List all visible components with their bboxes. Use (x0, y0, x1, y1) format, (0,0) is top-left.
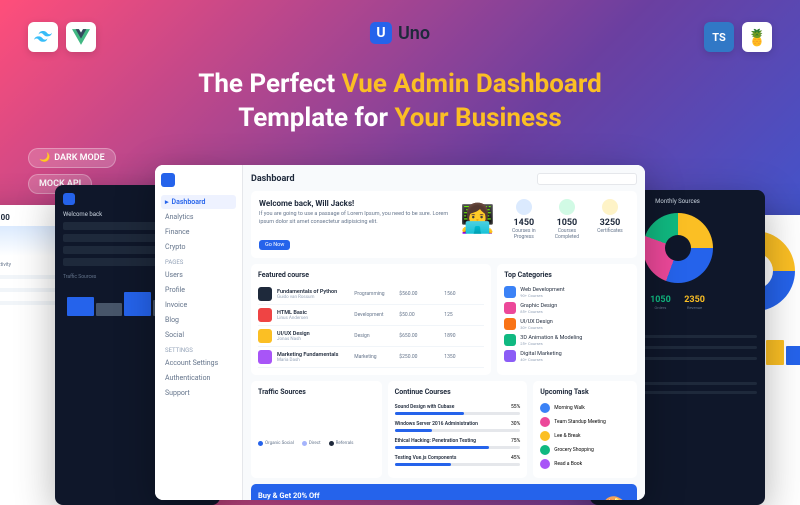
category-row[interactable]: 3D Animation & Modeling25+ Courses (504, 332, 630, 348)
continue-row[interactable]: Sound Design with Cubase55% (395, 401, 521, 418)
legend-item: Referrals (329, 441, 354, 446)
sidebar-item-blog[interactable]: Blog (161, 313, 236, 327)
hero-line2-pre: Template for (238, 103, 394, 133)
continue-card: Continue Courses Sound Design with Cubas… (388, 381, 528, 478)
sidebar: ▸Dashboard Analytics Finance Crypto PAGE… (155, 165, 243, 500)
stat-card: 1050Courses Completed (548, 199, 586, 250)
course-row[interactable]: Fundamentals of PythonGuido van RossumPr… (258, 284, 484, 305)
promo-banner: Buy & Get 20% Off The Design Theme to ma… (251, 484, 637, 500)
continue-row[interactable]: Testing Vue.js Components45% (395, 452, 521, 469)
traffic-title: Traffic Sources (258, 388, 375, 396)
vue-icon (66, 22, 96, 52)
hero-line1-pre: The Perfect (198, 69, 341, 99)
welcome-card: Welcome back, Will Jacks! If you are goi… (251, 191, 637, 258)
brand-logo-icon: U (370, 22, 392, 44)
sidebar-item-auth[interactable]: Authentication (161, 371, 236, 385)
legend-item: Direct (302, 441, 321, 446)
stat-card: 1450Courses in Progress (505, 199, 543, 250)
continue-row[interactable]: Windows Server 2016 Administration30% (395, 418, 521, 435)
featured-title: Featured course (258, 271, 484, 279)
sidebar-item-account[interactable]: Account Settings (161, 356, 236, 370)
task-row[interactable]: Team Standup Meeting (540, 415, 630, 429)
promo-illustration: 🎨 (603, 496, 630, 500)
stat-card: 3250Certificates (591, 199, 629, 250)
traffic-card: Traffic Sources Organic Social Direct Refe… (251, 381, 382, 478)
sidebar-item-profile[interactable]: Profile (161, 283, 236, 297)
featured-course-card: Featured course Fundamentals of PythonGu… (251, 264, 491, 375)
tailwind-icon (28, 22, 58, 52)
welcome-illustration: 👩‍💻 (459, 199, 497, 237)
course-row[interactable]: UI/UX DesignJonas NashDesign$650.001890 (258, 326, 484, 347)
sidebar-item-invoice[interactable]: Invoice (161, 298, 236, 312)
hero-headline: The Perfect Vue Admin Dashboard Template… (100, 68, 700, 136)
hero-line2-accent: Your Business (394, 103, 561, 133)
promo-title: Buy & Get 20% Off (258, 491, 347, 500)
sidebar-item-analytics[interactable]: Analytics (161, 210, 236, 224)
task-row[interactable]: Grocery Shopping (540, 443, 630, 457)
welcome-desc: If you are going to use a passage of Lor… (259, 211, 451, 226)
sidebar-item-crypto[interactable]: Crypto (161, 240, 236, 254)
typescript-icon: TS (704, 22, 734, 52)
hero-line1-accent: Vue Admin Dashboard (342, 69, 602, 99)
upcoming-card: Upcoming Task Morning WalkTeam Standup M… (533, 381, 637, 478)
continue-row[interactable]: Ethical Hacking: Penetration Testing75% (395, 435, 521, 452)
top-categories-card: Top Categories Web Development90+ Course… (497, 264, 637, 375)
continue-title: Continue Courses (395, 388, 521, 396)
category-row[interactable]: Web Development90+ Courses (504, 284, 630, 300)
task-row[interactable]: Morning Walk (540, 401, 630, 415)
sidebar-section-settings: SETTINGS (161, 347, 236, 354)
upcoming-title: Upcoming Task (540, 388, 630, 396)
category-row[interactable]: Digital Marketing40+ Courses (504, 348, 630, 364)
page-title: Dashboard (251, 174, 295, 184)
sidebar-section-pages: PAGES (161, 259, 236, 266)
main-dashboard-preview: ▸Dashboard Analytics Finance Crypto PAGE… (155, 165, 645, 500)
sidebar-item-support[interactable]: Support (161, 386, 236, 400)
brand: U Uno (370, 22, 430, 44)
task-row[interactable]: Lee & Break (540, 429, 630, 443)
search-input[interactable] (537, 173, 637, 185)
pinia-icon: 🍍 (742, 22, 772, 52)
category-row[interactable]: UI/UX Design30+ Courses (504, 316, 630, 332)
task-row[interactable]: Read a Book (540, 457, 630, 471)
category-row[interactable]: Graphic Design85+ Courses (504, 300, 630, 316)
course-row[interactable]: HTML BasicLinus AndersenDevelopment$50.0… (258, 305, 484, 326)
sidebar-logo-icon (161, 173, 175, 187)
brand-name: Uno (398, 23, 430, 44)
sidebar-item-dashboard[interactable]: ▸Dashboard (161, 195, 236, 209)
sidebar-item-users[interactable]: Users (161, 268, 236, 282)
welcome-button[interactable]: Go Now (259, 240, 290, 250)
donut-chart (643, 213, 713, 283)
course-row[interactable]: Marketing FundamentalsMaria DashMarketin… (258, 347, 484, 368)
top-cat-title: Top Categories (504, 271, 630, 279)
legend-item: Organic Social (258, 441, 294, 446)
sidebar-item-social[interactable]: Social (161, 328, 236, 342)
welcome-title: Welcome back, Will Jacks! (259, 199, 451, 208)
sidebar-item-finance[interactable]: Finance (161, 225, 236, 239)
